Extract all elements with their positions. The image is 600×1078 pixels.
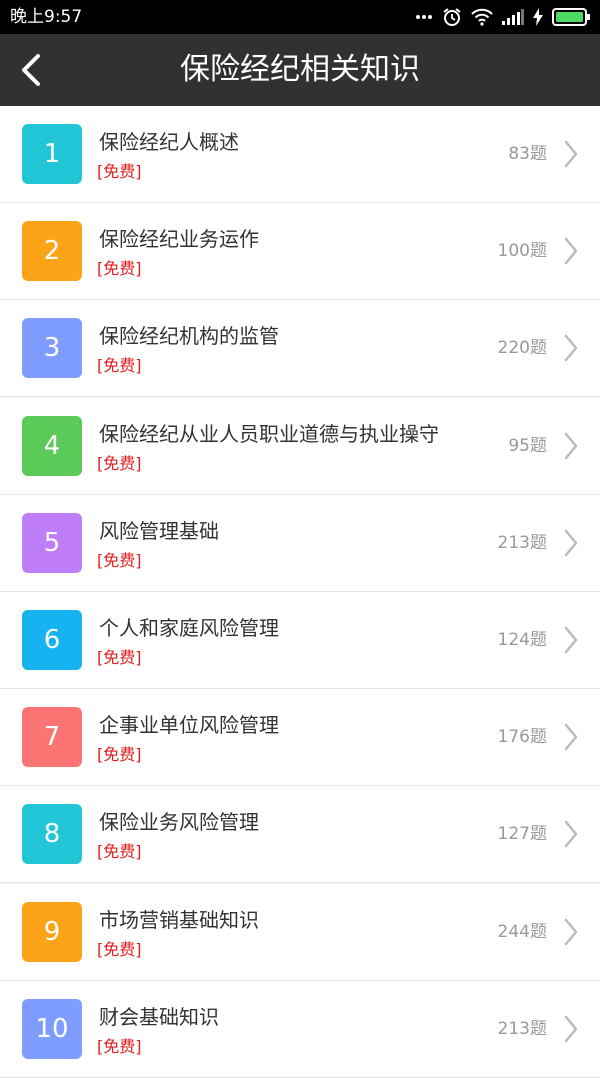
- more-dots-icon: [416, 15, 432, 19]
- chevron-left-icon: [22, 54, 40, 86]
- free-tag: [免费]: [97, 745, 142, 764]
- chapter-title: 市场营销基础知识: [99, 908, 259, 932]
- free-tag: [免费]: [97, 356, 142, 375]
- chevron-right-icon: [564, 237, 578, 265]
- chapter-title: 保险业务风险管理: [99, 810, 259, 834]
- chevron-right-icon: [564, 432, 578, 460]
- free-tag: [免费]: [97, 842, 142, 861]
- chevron-right-icon: [564, 723, 578, 751]
- chapter-number-badge: 2: [22, 221, 82, 281]
- app-header: 保险经纪相关知识: [0, 34, 600, 106]
- chapter-title: 个人和家庭风险管理: [99, 616, 279, 640]
- chapter-number-badge: 3: [22, 318, 82, 378]
- question-count: 127题: [497, 824, 547, 844]
- chapter-number-badge: 10: [22, 999, 82, 1059]
- chapter-number-badge: 8: [22, 804, 82, 864]
- alarm-icon: [443, 8, 461, 26]
- chapter-row[interactable]: 3 保险经纪机构的监管 [免费] 220题: [0, 300, 600, 397]
- chapter-row[interactable]: 2 保险经纪业务运作 [免费] 100题: [0, 203, 600, 300]
- charging-icon: [533, 8, 543, 26]
- chevron-right-icon: [564, 820, 578, 848]
- chapter-title: 财会基础知识: [99, 1005, 219, 1029]
- chapter-number-badge: 7: [22, 707, 82, 767]
- chevron-right-icon: [564, 918, 578, 946]
- question-count: 124题: [497, 630, 547, 650]
- free-tag: [免费]: [97, 259, 142, 278]
- page-title: 保险经纪相关知识: [180, 52, 420, 87]
- wifi-icon: [471, 8, 493, 26]
- chapter-number-badge: 9: [22, 902, 82, 962]
- signal-icon: [502, 9, 524, 25]
- chapter-row[interactable]: 4 保险经纪从业人员职业道德与执业操守 [免费] 95题: [0, 398, 600, 495]
- free-tag: [免费]: [97, 162, 142, 181]
- free-tag: [免费]: [97, 1037, 142, 1056]
- question-count: 220题: [497, 338, 547, 358]
- chapter-number-badge: 4: [22, 416, 82, 476]
- chapter-row[interactable]: 6 个人和家庭风险管理 [免费] 124题: [0, 592, 600, 689]
- chevron-right-icon: [564, 140, 578, 168]
- status-icons: [415, 5, 590, 29]
- free-tag: [免费]: [97, 551, 142, 570]
- battery-icon: [552, 8, 590, 26]
- chapter-title: 企事业单位风险管理: [99, 713, 279, 737]
- status-time: 晚上9:57: [10, 7, 83, 27]
- question-count: 244题: [497, 922, 547, 942]
- chapter-title: 风险管理基础: [99, 519, 219, 543]
- question-count: 100题: [497, 241, 547, 261]
- question-count: 213题: [497, 1019, 547, 1039]
- back-button[interactable]: [14, 50, 50, 90]
- free-tag: [免费]: [97, 648, 142, 667]
- chapter-row[interactable]: 7 企事业单位风险管理 [免费] 176题: [0, 689, 600, 786]
- chapter-number-badge: 6: [22, 610, 82, 670]
- chapter-number-badge: 5: [22, 513, 82, 573]
- chapter-row[interactable]: 8 保险业务风险管理 [免费] 127题: [0, 786, 600, 883]
- chapter-number-badge: 1: [22, 124, 82, 184]
- free-tag: [免费]: [97, 940, 142, 959]
- chapter-row[interactable]: 5 风险管理基础 [免费] 213题: [0, 495, 600, 592]
- chapter-row[interactable]: 1 保险经纪人概述 [免费] 83题: [0, 106, 600, 203]
- free-tag: [免费]: [97, 454, 142, 473]
- chapter-title: 保险经纪业务运作: [99, 227, 259, 251]
- chapter-row[interactable]: 10 财会基础知识 [免费] 213题: [0, 981, 600, 1078]
- chapter-title: 保险经纪机构的监管: [99, 324, 279, 348]
- chapter-title: 保险经纪从业人员职业道德与执业操守: [99, 422, 439, 446]
- chevron-right-icon: [564, 334, 578, 362]
- chevron-right-icon: [564, 1015, 578, 1043]
- chapter-title: 保险经纪人概述: [99, 130, 239, 154]
- chevron-right-icon: [564, 626, 578, 654]
- chapter-row[interactable]: 9 市场营销基础知识 [免费] 244题: [0, 884, 600, 981]
- question-count: 83题: [508, 144, 547, 164]
- question-count: 95题: [508, 436, 547, 456]
- chevron-right-icon: [564, 529, 578, 557]
- question-count: 176题: [497, 727, 547, 747]
- status-bar: 晚上9:57: [0, 0, 600, 34]
- question-count: 213题: [497, 533, 547, 553]
